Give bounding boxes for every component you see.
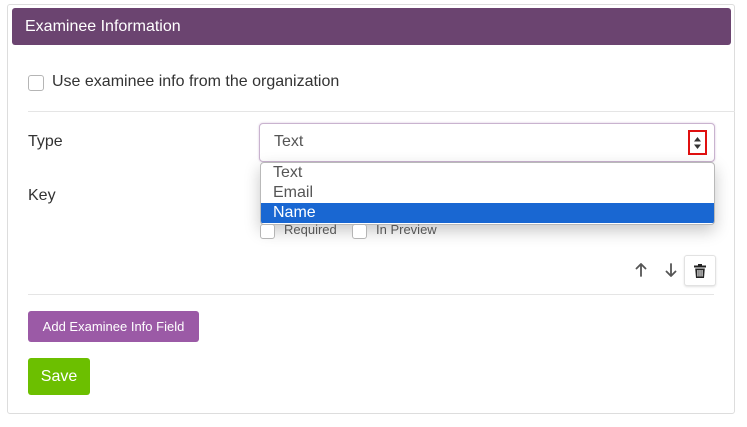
use-org-info-checkbox[interactable]: [28, 75, 44, 91]
arrow-down-icon[interactable]: [662, 260, 680, 280]
dropdown-option-text[interactable]: Text: [261, 163, 714, 183]
key-label: Key: [28, 187, 56, 204]
type-select-value: Text: [274, 133, 304, 150]
type-label: Type: [28, 133, 63, 150]
add-examinee-info-field-button[interactable]: Add Examinee Info Field: [28, 311, 199, 342]
delete-field-button[interactable]: [684, 255, 716, 286]
type-select[interactable]: Text: [259, 123, 715, 162]
required-label[interactable]: Required: [284, 222, 337, 237]
dropdown-option-email[interactable]: Email: [261, 183, 714, 203]
trash-icon: [694, 263, 706, 278]
type-dropdown-list: Text Email Name: [260, 162, 715, 225]
dropdown-option-name[interactable]: Name: [261, 203, 714, 223]
select-arrows-icon[interactable]: [688, 130, 707, 155]
panel-title: Examinee Information: [25, 18, 181, 35]
in-preview-checkbox[interactable]: [352, 224, 367, 239]
required-checkbox[interactable]: [260, 224, 275, 239]
panel-header: Examinee Information: [12, 8, 731, 45]
arrow-up-icon[interactable]: [632, 260, 650, 280]
divider-top: [28, 111, 735, 112]
divider-bottom: [28, 294, 714, 295]
save-button[interactable]: Save: [28, 358, 90, 395]
use-org-info-label[interactable]: Use examinee info from the organization: [52, 73, 339, 91]
in-preview-label[interactable]: In Preview: [376, 222, 437, 237]
